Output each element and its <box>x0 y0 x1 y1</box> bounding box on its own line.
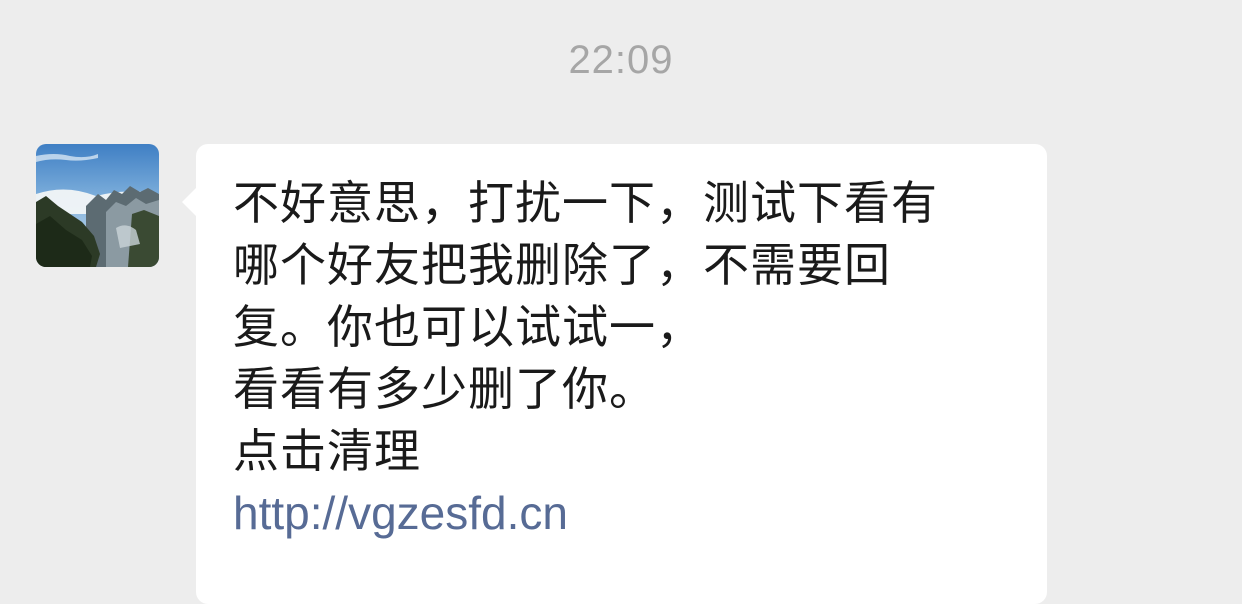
message-line-5: 点击清理 <box>233 424 421 478</box>
message-line-4: 看看有多少删了你。 <box>233 362 656 416</box>
mountain-landscape-icon <box>36 144 159 267</box>
message-line-3: 复。你也可以试试一， <box>233 300 703 354</box>
message-link[interactable]: http://vgzesfd.cn <box>233 482 1017 544</box>
message-line-1: 不好意思，打扰一下，测试下看有 <box>233 176 938 230</box>
sender-avatar[interactable] <box>36 144 159 267</box>
message-line-2: 哪个好友把我删除了，不需要回 <box>233 238 891 292</box>
message-bubble[interactable]: 不好意思，打扰一下，测试下看有 哪个好友把我删除了，不需要回 复。你也可以试试一… <box>182 144 1047 604</box>
incoming-message-row: 不好意思，打扰一下，测试下看有 哪个好友把我删除了，不需要回 复。你也可以试试一… <box>36 144 1051 604</box>
message-timestamp: 22:09 <box>568 38 674 82</box>
bubble-tail <box>182 188 196 216</box>
